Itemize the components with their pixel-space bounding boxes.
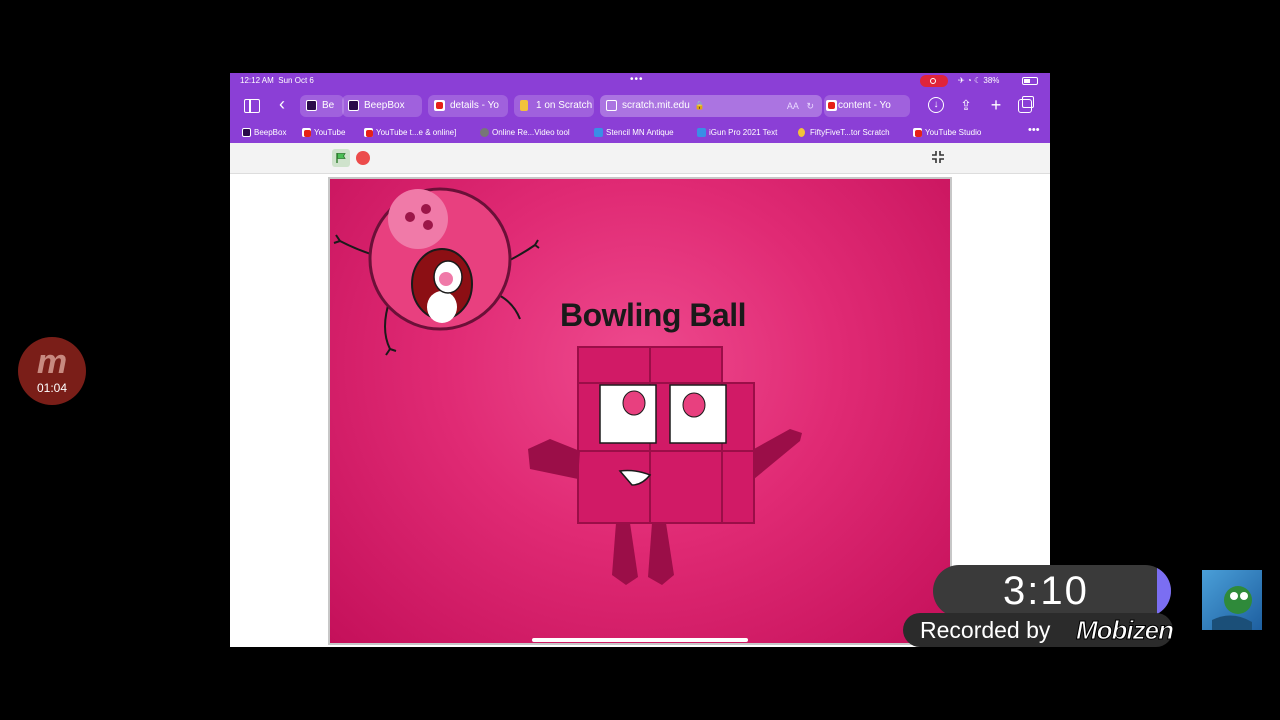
bookmark-online-recorder[interactable]: Online Re...Video tool	[480, 128, 570, 137]
green-flag-icon[interactable]	[332, 149, 350, 167]
page-favicon-icon	[606, 100, 617, 111]
tab-label: BeepBox	[364, 100, 405, 111]
font-favicon-icon	[697, 128, 706, 137]
video-timer-pill: 3:10	[933, 565, 1171, 617]
font-favicon-icon	[594, 128, 603, 137]
scratch-stage[interactable]: Bowling Ball	[328, 177, 952, 645]
multitask-dots[interactable]: •••	[630, 74, 644, 85]
youtube-favicon-icon	[364, 128, 373, 137]
bookmark-beepbox[interactable]: BeepBox	[242, 128, 286, 137]
mobizen-m-icon: m	[36, 343, 68, 381]
tab-beepbox-1[interactable]: Be	[300, 95, 344, 117]
tab-label: content - Yo	[838, 100, 891, 111]
youtube-favicon-icon	[913, 128, 922, 137]
bookmark-stencil[interactable]: Stencil MN Antique	[594, 128, 674, 137]
stop-icon[interactable]	[356, 151, 370, 165]
tab-youtube-content[interactable]: content - Yo	[824, 95, 910, 117]
mobizen-floating-badge[interactable]: m 01:04	[18, 337, 86, 405]
youtube-favicon-icon	[434, 100, 445, 111]
home-indicator[interactable]	[532, 638, 748, 642]
youtube-favicon-icon	[826, 100, 837, 111]
status-time: 12:12 AM Sun Oct 6	[240, 76, 314, 85]
tab-label: 1 on Scratch	[536, 100, 593, 111]
tab-youtube-details[interactable]: details - Yo	[428, 95, 508, 117]
tabs-icon[interactable]	[1018, 96, 1034, 113]
more-icon[interactable]: •••	[1028, 124, 1040, 136]
screen-recording-indicator	[920, 75, 948, 87]
tab-scratch[interactable]: 1 on Scratch	[514, 95, 594, 117]
tab-bar: ‹ Be BeepBox details - Yo 1 on Scratch s…	[230, 91, 1050, 121]
url-text: scratch.mit.edu	[622, 100, 690, 111]
stage-title: Bowling Ball	[560, 297, 747, 333]
scratch-favicon-icon	[520, 100, 528, 111]
bookmark-youtube-studio[interactable]: YouTube Studio	[913, 128, 981, 137]
battery-percent: 38%	[983, 76, 1000, 85]
ipad-screen: 12:12 AM Sun Oct 6 ••• ✈ ◔ ☾ 38% ‹ Be Be…	[230, 73, 1050, 647]
bookmark-youtube-online[interactable]: YouTube t...e & online]	[364, 128, 456, 137]
tab-beepbox-2[interactable]: BeepBox	[342, 95, 422, 117]
reload-icon[interactable]: ↻	[806, 101, 814, 111]
scratch-favicon-icon	[798, 128, 805, 137]
bowling-ball-character	[333, 187, 802, 585]
video-timer: 3:10	[1003, 569, 1089, 613]
browser-chrome: 12:12 AM Sun Oct 6 ••• ✈ ◔ ☾ 38% ‹ Be Be…	[230, 73, 1050, 143]
scratch-player-controls	[230, 143, 1050, 174]
bookmarks-bar: BeepBox YouTube YouTube t...e & online] …	[230, 124, 1050, 141]
beepbox-favicon-icon	[306, 100, 317, 111]
plus-icon[interactable]: +	[988, 96, 1004, 114]
recorded-by-text: Recorded by	[920, 617, 1051, 643]
battery-icon	[1022, 77, 1038, 85]
mobizen-logo: Mobizen	[1076, 615, 1175, 646]
fullscreen-icon[interactable]	[930, 149, 946, 165]
back-icon[interactable]: ‹	[274, 95, 290, 113]
beepbox-favicon-icon	[242, 128, 251, 137]
text-size-button[interactable]: AA	[787, 101, 799, 111]
tab-label: Be	[322, 100, 335, 111]
sidebar-icon[interactable]	[244, 99, 260, 113]
bookmark-youtube[interactable]: YouTube	[302, 128, 345, 137]
recording-elapsed-time: 01:04	[36, 381, 68, 395]
status-icons: ✈ ◔ ☾ 38%	[958, 76, 1000, 85]
lock-icon: 🔒	[692, 101, 705, 110]
status-bar: 12:12 AM Sun Oct 6 ••• ✈ ◔ ☾ 38%	[230, 73, 1050, 89]
reader-controls[interactable]: AA ↻	[787, 95, 814, 117]
youtube-favicon-icon	[302, 128, 311, 137]
beepbox-favicon-icon	[348, 100, 359, 111]
share-icon[interactable]: ⇪	[958, 97, 974, 113]
channel-avatar[interactable]	[1202, 570, 1262, 630]
bookmark-fiftyfive[interactable]: FiftyFiveT...tor Scratch	[798, 128, 890, 137]
recorder-favicon-icon	[480, 128, 489, 137]
download-icon[interactable]: ↓	[928, 97, 944, 113]
address-bar[interactable]: scratch.mit.edu 🔒 AA ↻	[600, 95, 822, 117]
tab-label: details - Yo	[450, 100, 499, 111]
bookmark-igun[interactable]: iGun Pro 2021 Text	[697, 128, 777, 137]
